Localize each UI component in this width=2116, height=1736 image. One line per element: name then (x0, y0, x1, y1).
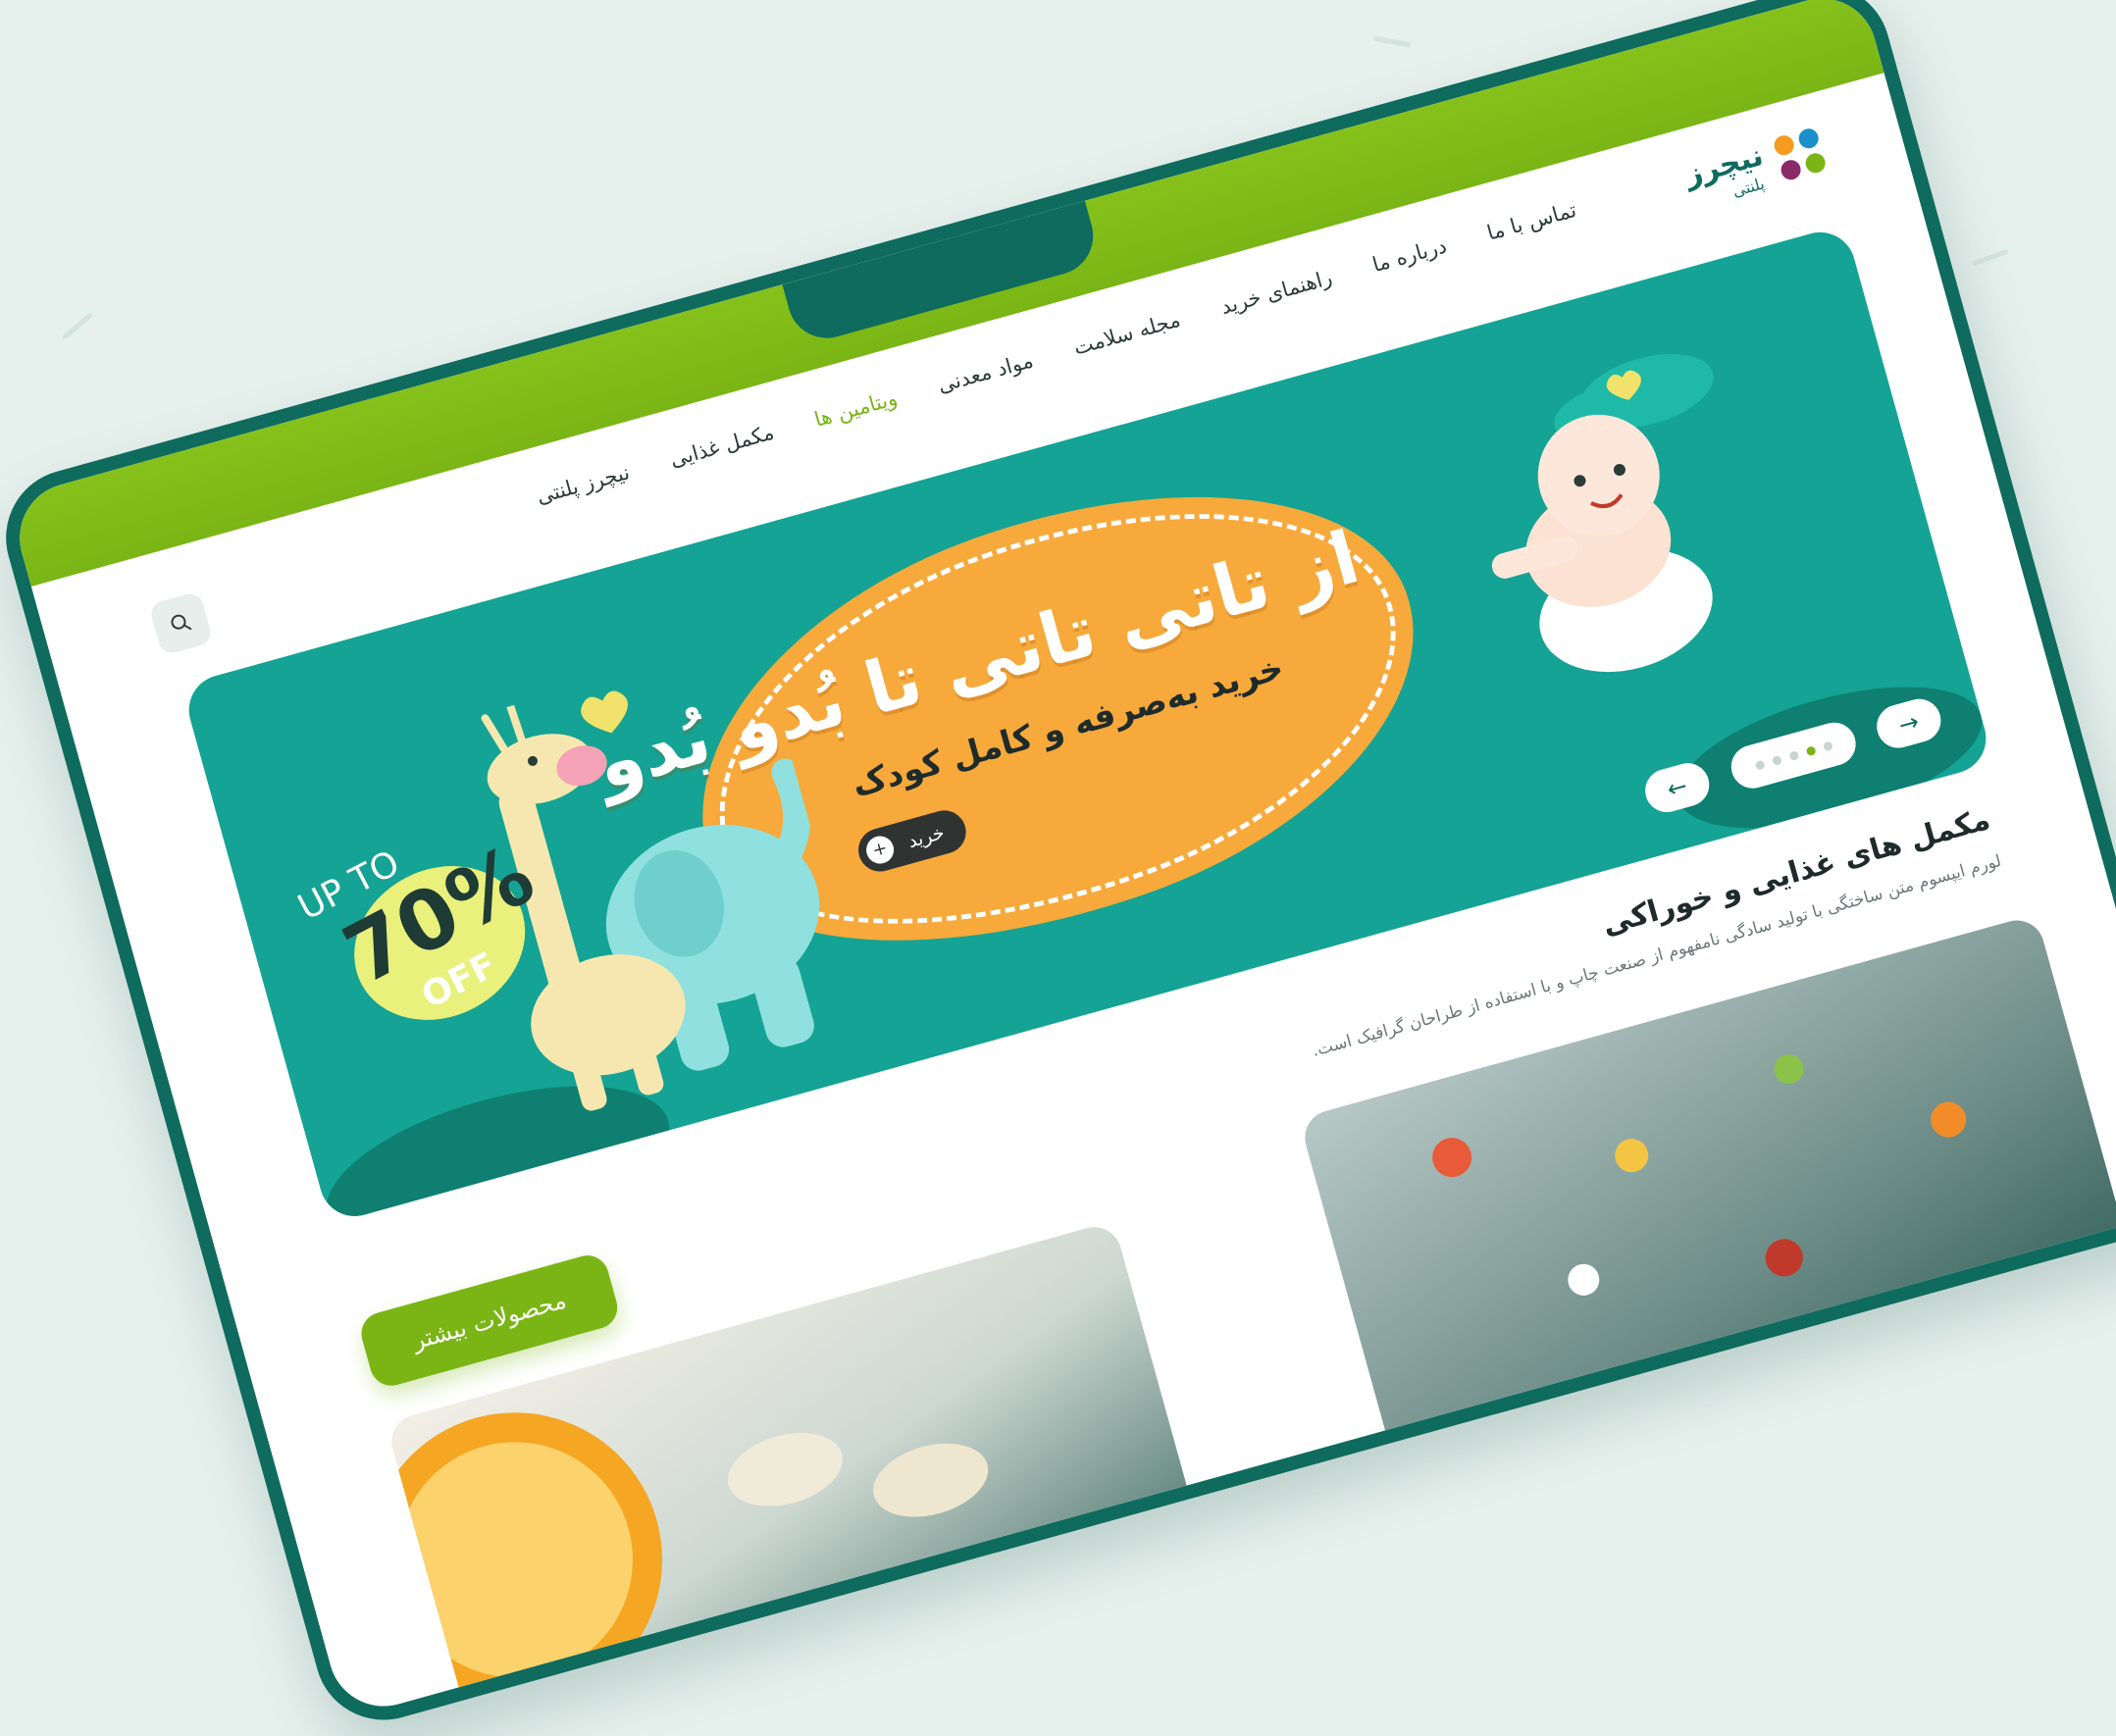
plus-icon: + (862, 833, 898, 867)
logo-dots-icon (1772, 126, 1830, 183)
category-card-multivitamin[interactable]: مولتی ویتامین (1298, 914, 2116, 1506)
nav-item-natures-plenty[interactable]: نیچرز پلنتی (534, 460, 632, 508)
nav-item-minerals[interactable]: مواد معدنی (935, 348, 1036, 397)
pager-dot-active[interactable] (1805, 744, 1817, 756)
arrow-right-icon: → (1895, 707, 1923, 740)
pager-dot[interactable] (1753, 759, 1766, 771)
tablet-frame: نیچرز پلنتی نیچرز پلنتی مکمل غذایی ویتام… (0, 0, 2116, 1736)
card-label: قرص جوشان (955, 1512, 1164, 1605)
card-label: مولتی ویتامین (1869, 1234, 2094, 1331)
pager-dot[interactable] (1771, 754, 1782, 766)
webpage-screen: نیچرز پلنتی نیچرز پلنتی مکمل غذایی ویتام… (7, 0, 2116, 1736)
arrow-left-icon: ← (1664, 771, 1691, 804)
pager-dot[interactable] (1822, 740, 1833, 752)
nav-item-vitamins[interactable]: ویتامین ها (812, 386, 901, 432)
nav-item-supplements[interactable]: مکمل غذایی (667, 421, 776, 472)
pager-dot[interactable] (1787, 749, 1799, 761)
nav-item-health-magazine[interactable]: مجله سلامت (1071, 308, 1183, 360)
search-icon (171, 614, 192, 631)
nav-item-contact[interactable]: تماس با ما (1484, 198, 1578, 245)
background-dash (1372, 35, 1412, 48)
search-button[interactable] (148, 590, 214, 656)
background-dash (1972, 248, 2009, 267)
nav-item-buying-guide[interactable]: راهنمای خرید (1218, 266, 1335, 319)
banner-buy-label: خرید (905, 821, 948, 853)
nav-item-about[interactable]: درباره ما (1369, 233, 1449, 277)
background-dash (61, 312, 94, 340)
